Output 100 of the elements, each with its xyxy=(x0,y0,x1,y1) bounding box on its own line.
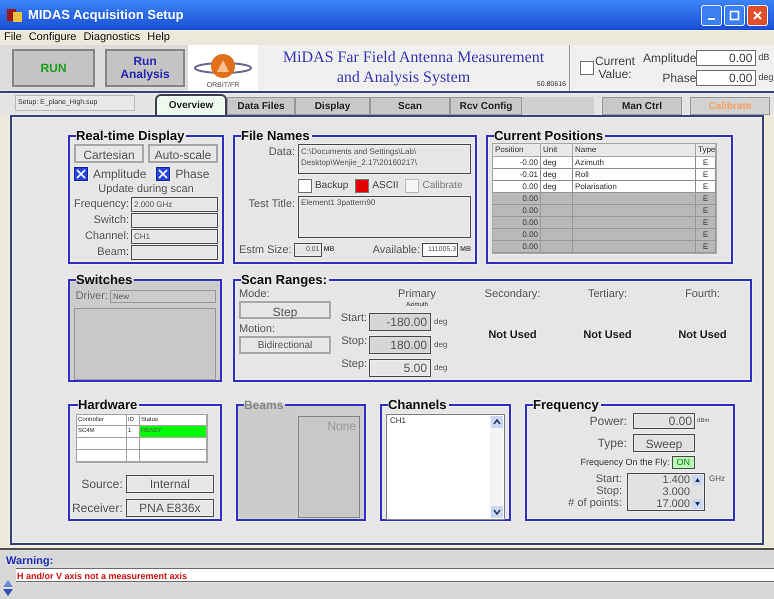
column-header: Name xyxy=(573,144,696,157)
app-title: MiDAS Far Field Antenna Measurement xyxy=(282,48,544,68)
group-title: Hardware xyxy=(78,398,138,412)
field-label: Beam: xyxy=(96,245,130,260)
table-cell: deg xyxy=(541,157,573,169)
unit-label: deg xyxy=(434,362,448,374)
type-button[interactable]: Sweep xyxy=(633,434,695,452)
status-label: Not Used xyxy=(678,328,727,343)
range-field[interactable]: 5.00 xyxy=(369,358,431,376)
field-label: Receiver: xyxy=(72,500,123,517)
field-label: Driver: xyxy=(74,289,108,304)
display-button[interactable]: Cartesian xyxy=(74,144,144,163)
channel-list[interactable]: CH1 xyxy=(386,414,505,520)
table-cell: E xyxy=(696,205,716,217)
tab[interactable]: Overview xyxy=(155,94,227,115)
table-cell xyxy=(541,193,573,205)
checkbox-label: Backup xyxy=(315,179,348,193)
field-label: Frequency On the Fly: xyxy=(580,456,670,469)
toolbar-button[interactable]: Man Ctrl xyxy=(602,97,682,115)
scroll-up-icon[interactable] xyxy=(490,415,504,429)
run-analysis-button[interactable]: Run Analysis xyxy=(105,49,185,87)
display-button[interactable]: Auto-scale xyxy=(148,144,218,163)
table-cell: Polarisation xyxy=(573,181,696,193)
toggle-button[interactable]: ON xyxy=(672,456,695,470)
field-label: Switch: xyxy=(92,213,130,228)
tab[interactable]: Data Files xyxy=(227,97,295,115)
unit-label: deg xyxy=(434,316,448,328)
sweep-value: 1.400 xyxy=(662,474,690,486)
spin-up-icon[interactable] xyxy=(692,474,703,484)
menu-item[interactable]: Help xyxy=(147,29,170,46)
menu-item[interactable]: Diagnostics xyxy=(83,29,140,46)
field-label: Start: xyxy=(340,311,367,326)
readout-field: 2.000 GHz xyxy=(131,197,218,212)
spin-down-icon[interactable] xyxy=(692,498,703,508)
list-item[interactable]: CH1 xyxy=(387,415,490,426)
amplitude-field[interactable]: 0.00 xyxy=(696,50,756,66)
group-title: Channels xyxy=(388,398,448,412)
test-title-field[interactable]: Element1 3pattern90 xyxy=(298,196,471,238)
receiver-field[interactable]: PNA E836x xyxy=(126,499,214,517)
maximize-icon xyxy=(729,10,740,20)
note-label: Update during scan xyxy=(97,183,195,196)
group-title: Real-time Display xyxy=(76,129,186,143)
field-label: Source: xyxy=(80,476,123,493)
tab[interactable]: Rcv Config xyxy=(450,97,522,115)
amplitude-label: Amplitude xyxy=(643,50,696,67)
tab[interactable]: Display xyxy=(295,97,370,115)
maximize-button[interactable] xyxy=(724,4,745,26)
table-cell: E xyxy=(696,181,716,193)
tab[interactable]: Scan xyxy=(370,97,450,115)
field-label: Mode: xyxy=(239,288,271,301)
group-title: Frequency xyxy=(533,398,600,412)
menu-item[interactable]: File xyxy=(4,29,22,46)
checkbox[interactable] xyxy=(580,61,594,75)
table-cell xyxy=(541,241,573,253)
checkbox[interactable] xyxy=(355,178,370,192)
scroll-down-icon[interactable] xyxy=(490,505,504,519)
table-cell: E xyxy=(696,157,716,169)
table-cell: E xyxy=(696,217,716,229)
window-title: MIDAS Acquisition Setup xyxy=(28,6,185,24)
table-cell: E xyxy=(696,193,716,205)
data-path-field[interactable]: C:\Documents and Settings\Lab\ Desktop\Wenjie_2.17\20160217\ xyxy=(298,144,471,174)
value-label: Value: xyxy=(598,68,632,81)
table-cell xyxy=(541,205,573,217)
sweep-field[interactable]: 1.400 3.000 17.000 xyxy=(627,472,705,510)
table-cell: 0.00 xyxy=(493,229,541,241)
checkbox[interactable] xyxy=(74,167,88,181)
scroll-down-icon[interactable] xyxy=(2,588,14,598)
menu-item[interactable]: Configure xyxy=(28,29,76,46)
unit-label: dB xyxy=(758,51,770,64)
minimize-icon xyxy=(708,18,715,20)
column-header: Position xyxy=(493,144,541,157)
field-label: Power: xyxy=(590,413,627,430)
field-label: Available: xyxy=(372,243,420,258)
range-field: 180.00 xyxy=(369,336,431,354)
axis-heading: Fourth: xyxy=(685,288,720,301)
motion-button[interactable]: Bidirectional xyxy=(239,336,331,354)
minimize-button[interactable] xyxy=(701,4,722,26)
warning-message: H and/or V axis not a measurement axis xyxy=(16,568,774,582)
checkbox[interactable] xyxy=(298,178,312,192)
field-label: Start: xyxy=(596,472,622,484)
unit-label: GHz xyxy=(709,472,726,484)
close-button[interactable] xyxy=(747,4,768,26)
field-label: Type: xyxy=(598,435,627,452)
field-label: Stop: xyxy=(596,484,622,496)
mode-button[interactable]: Step xyxy=(239,301,331,319)
field-label: Data: xyxy=(268,145,295,160)
status-label: Not Used xyxy=(583,328,632,343)
checkbox-label: Amplitude xyxy=(93,166,146,183)
source-field[interactable]: Internal xyxy=(126,475,214,493)
unit-label: deg xyxy=(434,338,448,350)
phase-field[interactable]: 0.00 xyxy=(696,70,756,86)
power-field[interactable]: 0.00 xyxy=(633,413,695,429)
field-label: Step: xyxy=(340,357,367,372)
readout-field: CH1 xyxy=(131,229,218,244)
scroll-bar[interactable] xyxy=(490,415,504,519)
table-cell: 0.00 xyxy=(493,181,541,193)
field-label: Stop: xyxy=(340,334,367,349)
checkbox[interactable] xyxy=(156,167,170,181)
field-label: Test Title: xyxy=(248,197,295,212)
warning-label: Warning: xyxy=(5,554,54,568)
